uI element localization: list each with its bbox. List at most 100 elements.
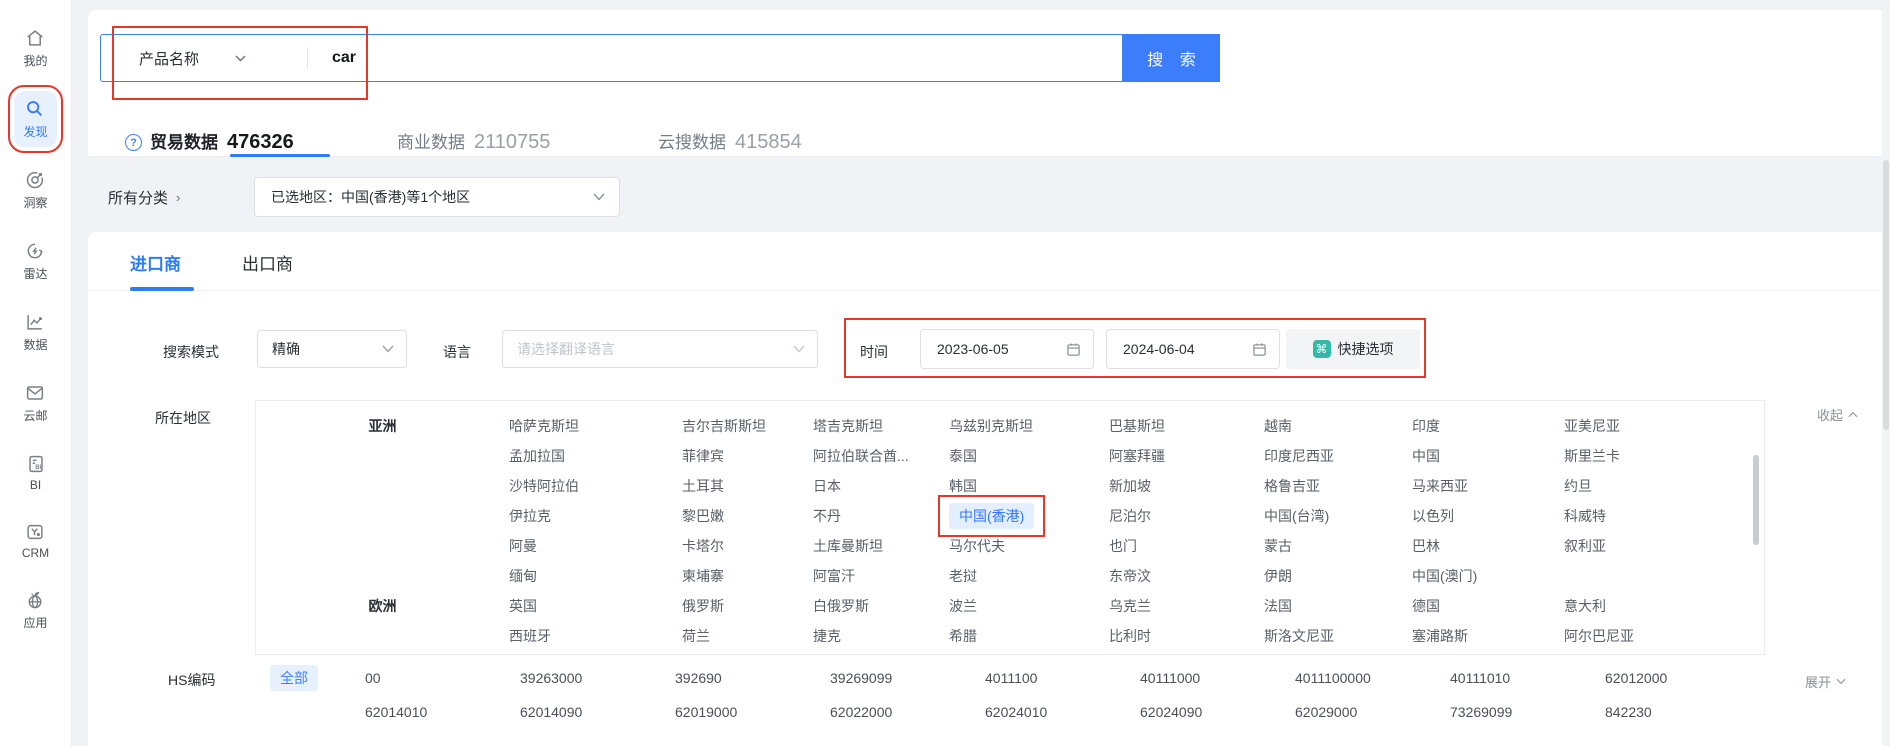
hs-code-item[interactable]: 62014090	[520, 704, 675, 720]
hs-all-chip[interactable]: 全部	[270, 665, 318, 691]
region-country[interactable]: 格鲁吉亚	[1264, 476, 1412, 496]
region-country-selected[interactable]: 中国(香港)	[949, 503, 1109, 529]
region-country[interactable]: 卡塔尔	[682, 536, 813, 556]
data-tab-trade[interactable]: 贸易数据 476326	[150, 128, 294, 154]
region-country[interactable]: 英国	[509, 596, 682, 616]
region-country[interactable]: 伊拉克	[509, 506, 682, 526]
region-country[interactable]: 叙利亚	[1564, 536, 1764, 556]
tab-importers[interactable]: 进口商	[130, 250, 181, 275]
hs-code-item[interactable]: 62024090	[1140, 704, 1295, 720]
collapse-link[interactable]: 收起	[1817, 405, 1858, 424]
region-country[interactable]	[1564, 568, 1764, 584]
hs-code-item[interactable]: 4011100000	[1295, 670, 1450, 686]
page-scrollbar-thumb[interactable]	[1883, 160, 1889, 430]
region-country[interactable]: 乌兹别克斯坦	[949, 416, 1109, 436]
sidebar-item-bi[interactable]: BI BI	[16, 446, 56, 499]
sidebar-item-insight[interactable]: 洞察	[14, 162, 56, 218]
region-country[interactable]: 哈萨克斯坦	[509, 416, 682, 436]
region-country[interactable]: 俄罗斯	[682, 596, 813, 616]
page-scrollbar[interactable]	[1882, 10, 1890, 746]
region-country[interactable]: 伊朗	[1264, 566, 1412, 586]
region-country[interactable]: 蒙古	[1264, 536, 1412, 556]
hs-code-item[interactable]: 62012000	[1605, 670, 1760, 686]
region-country[interactable]: 约旦	[1564, 476, 1764, 496]
hs-code-item[interactable]: 4011100	[985, 670, 1140, 686]
region-country[interactable]: 尼泊尔	[1109, 506, 1264, 526]
region-country[interactable]: 印度	[1412, 416, 1564, 436]
region-country[interactable]: 以色列	[1412, 506, 1564, 526]
hs-code-item[interactable]: 62029000	[1295, 704, 1450, 720]
sidebar-item-mine[interactable]: 我的	[14, 20, 56, 76]
region-country[interactable]: 意大利	[1564, 596, 1764, 616]
help-circle-icon[interactable]: ?	[125, 134, 142, 151]
hs-code-item[interactable]: 62024010	[985, 704, 1140, 720]
region-country[interactable]: 荷兰	[682, 626, 813, 646]
data-tab-cloudsearch[interactable]: 云搜数据 415854	[658, 128, 802, 154]
region-country[interactable]: 吉尔吉斯斯坦	[682, 416, 813, 436]
region-country[interactable]: 新加坡	[1109, 476, 1264, 496]
region-country[interactable]: 韩国	[949, 476, 1109, 496]
hs-code-item[interactable]: 842230	[1605, 704, 1760, 720]
region-country[interactable]: 中国	[1412, 446, 1564, 466]
search-button[interactable]: 搜 索	[1123, 34, 1220, 82]
region-country[interactable]: 马来西亚	[1412, 476, 1564, 496]
region-country[interactable]: 中国(澳门)	[1412, 566, 1564, 586]
search-mode-select[interactable]: 精确	[257, 330, 407, 368]
date-end-input[interactable]: 2024-06-04	[1106, 329, 1280, 369]
region-country[interactable]: 柬埔寨	[682, 566, 813, 586]
sidebar-item-crm[interactable]: CRM	[13, 514, 58, 567]
sidebar-item-apps[interactable]: 应用	[14, 582, 56, 638]
data-tab-business[interactable]: 商业数据 2110755	[397, 128, 550, 154]
region-country[interactable]: 波兰	[949, 596, 1109, 616]
region-country[interactable]: 乌克兰	[1109, 596, 1264, 616]
quick-options-button[interactable]: ⌘ 快捷选项	[1286, 329, 1420, 369]
tab-exporters[interactable]: 出口商	[242, 250, 293, 275]
region-country[interactable]: 阿富汗	[813, 566, 949, 586]
region-country[interactable]: 土库曼斯坦	[813, 536, 949, 556]
sidebar-item-radar[interactable]: 雷达	[14, 233, 56, 289]
hs-code-item[interactable]: 392690	[675, 670, 830, 686]
sidebar-item-data[interactable]: 数据	[14, 304, 56, 360]
sidebar-item-cloudmail[interactable]: 云邮	[14, 375, 56, 431]
region-country[interactable]: 阿尔巴尼亚	[1564, 626, 1764, 646]
region-country[interactable]: 越南	[1264, 416, 1412, 436]
region-country[interactable]: 比利时	[1109, 626, 1264, 646]
hs-code-item[interactable]: 62014010	[365, 704, 520, 720]
search-category-dropdown[interactable]: 产品名称	[101, 48, 307, 69]
region-country[interactable]: 缅甸	[509, 566, 682, 586]
region-country[interactable]: 白俄罗斯	[813, 596, 949, 616]
hs-code-item[interactable]: 39263000	[520, 670, 675, 686]
region-country[interactable]: 马尔代夫	[949, 536, 1109, 556]
region-country[interactable]: 法国	[1264, 596, 1412, 616]
region-country[interactable]: 塞浦路斯	[1412, 626, 1564, 646]
hs-code-item[interactable]: 73269099	[1450, 704, 1605, 720]
region-country[interactable]: 斯洛文尼亚	[1264, 626, 1412, 646]
region-country[interactable]: 捷克	[813, 626, 949, 646]
region-country[interactable]: 西班牙	[509, 626, 682, 646]
hs-code-item[interactable]: 00	[365, 670, 520, 686]
region-country[interactable]: 阿曼	[509, 536, 682, 556]
region-country[interactable]: 土耳其	[682, 476, 813, 496]
language-select[interactable]: 请选择翻译语言	[502, 330, 818, 368]
region-country[interactable]: 印度尼西亚	[1264, 446, 1412, 466]
region-country[interactable]: 巴林	[1412, 536, 1564, 556]
region-country[interactable]: 德国	[1412, 596, 1564, 616]
region-country[interactable]: 中国(台湾)	[1264, 506, 1412, 526]
region-country[interactable]: 希腊	[949, 626, 1109, 646]
region-country[interactable]: 东帝汶	[1109, 566, 1264, 586]
hs-code-item[interactable]: 62022000	[830, 704, 985, 720]
hs-code-item[interactable]: 40111010	[1450, 670, 1605, 686]
hs-code-item[interactable]: 62019000	[675, 704, 830, 720]
region-country[interactable]: 阿塞拜疆	[1109, 446, 1264, 466]
sidebar-item-discover[interactable]: 发现	[14, 91, 56, 147]
selected-region-dropdown[interactable]: 已选地区：中国(香港)等1个地区	[254, 177, 620, 217]
region-country[interactable]: 泰国	[949, 446, 1109, 466]
region-country[interactable]: 孟加拉国	[509, 446, 682, 466]
region-country[interactable]: 黎巴嫩	[682, 506, 813, 526]
region-country[interactable]: 菲律宾	[682, 446, 813, 466]
region-country[interactable]: 老挝	[949, 566, 1109, 586]
expand-link[interactable]: 展开	[1805, 672, 1846, 691]
breadcrumb[interactable]: 所有分类 ›	[108, 187, 180, 208]
region-country[interactable]: 塔吉克斯坦	[813, 416, 949, 436]
region-country[interactable]: 亚美尼亚	[1564, 416, 1764, 436]
